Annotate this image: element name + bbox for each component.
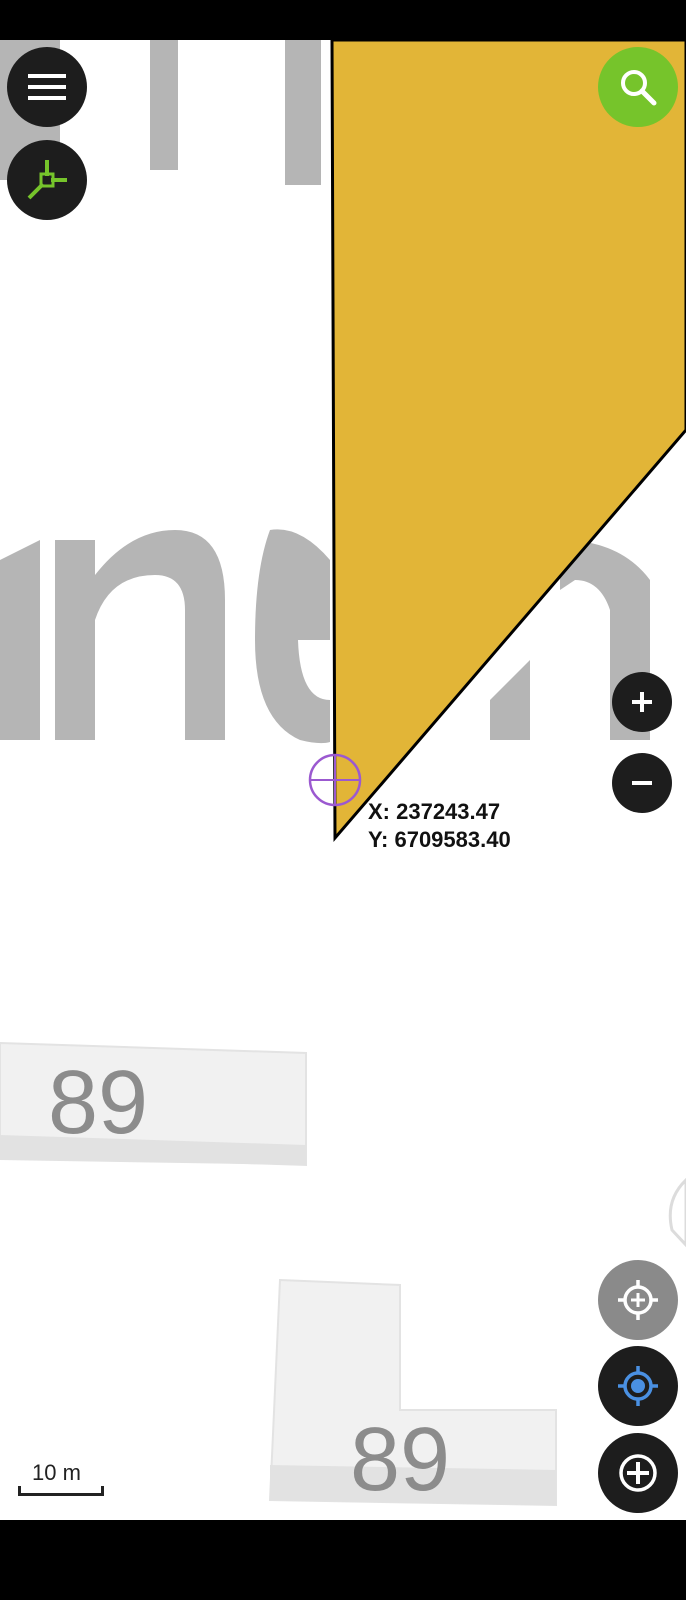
add-vertex-button[interactable]	[598, 1433, 678, 1513]
digitize-button[interactable]	[7, 140, 87, 220]
zoom-in-button[interactable]	[612, 672, 672, 732]
coordinate-readout: X: 237243.47 Y: 6709583.40	[368, 798, 511, 854]
basemap-letter-n	[55, 530, 225, 740]
gps-locate-button[interactable]	[598, 1346, 678, 1426]
house-number-label: 89	[48, 1053, 148, 1153]
map-layer: 89 89	[0, 40, 686, 1510]
navigation-bar	[0, 1520, 686, 1600]
basemap-letter-stroke	[285, 40, 321, 185]
basemap-letter-stroke	[490, 660, 530, 740]
gps-location-icon	[618, 1366, 658, 1406]
menu-icon	[28, 74, 66, 100]
scale-bar: 10 m	[18, 1460, 108, 1500]
basemap-letter-stroke	[150, 40, 178, 170]
status-bar	[0, 0, 686, 40]
crosshair-cursor	[308, 753, 362, 807]
scale-label: 10 m	[32, 1460, 81, 1485]
vertex-tool-icon	[27, 160, 67, 200]
minus-icon	[632, 781, 652, 785]
map-canvas[interactable]: 89 89 X: 237243.47 Y: 6709583.40 10 m	[0, 40, 686, 1520]
center-crosshair-button[interactable]	[598, 1260, 678, 1340]
zoom-out-button[interactable]	[612, 753, 672, 813]
menu-button[interactable]	[7, 47, 87, 127]
basemap-letter-e	[255, 529, 330, 744]
house-number-label: 89	[350, 1410, 450, 1510]
coordinate-x: X: 237243.47	[368, 799, 501, 824]
plus-icon	[632, 692, 652, 712]
coordinate-y: Y: 6709583.40	[368, 827, 511, 852]
search-icon	[621, 70, 657, 106]
scale-line	[18, 1486, 104, 1496]
search-button[interactable]	[598, 47, 678, 127]
crosshair-icon	[618, 1280, 658, 1320]
building-outline	[668, 1177, 686, 1248]
basemap-letter-stroke	[0, 540, 40, 740]
add-circle-icon	[619, 1454, 657, 1492]
